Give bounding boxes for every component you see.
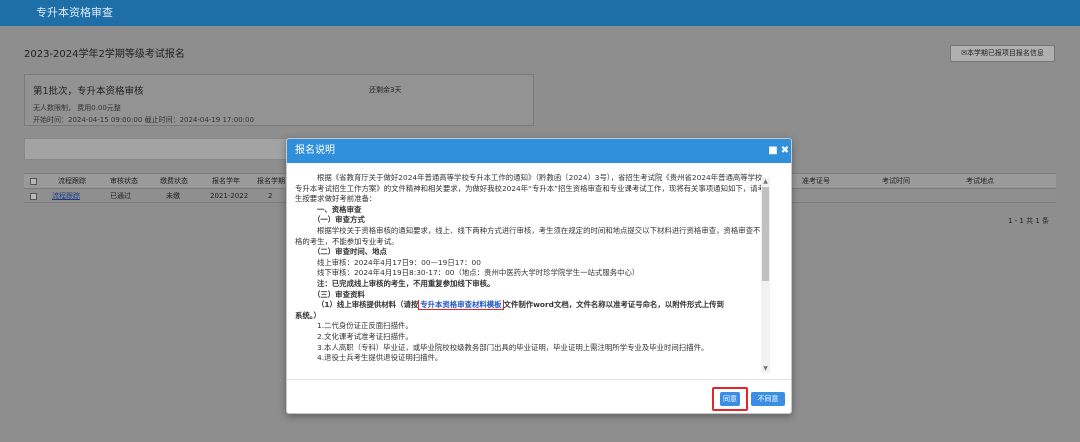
col-term: 报名学期 xyxy=(257,177,285,185)
materials-prefix: （1）线上审核提供材料（请按 xyxy=(317,300,419,310)
dialog-title: 报名说明 xyxy=(295,145,335,156)
col-exam-time: 考试时间 xyxy=(882,177,910,185)
pay-status: 未缴 xyxy=(166,192,180,200)
col-audit: 审核状态 xyxy=(110,177,138,185)
reg-year: 2021-2022 xyxy=(210,192,249,200)
material-item-4: 4.退役士兵考生提供退役证明扫描件。 xyxy=(317,353,443,363)
subsection-time-place: （二）审查时间、地点 xyxy=(313,247,387,257)
template-link[interactable]: 专升本资格审查材料模板 xyxy=(418,300,504,311)
audit-status: 已通过 xyxy=(110,192,131,200)
disagree-button[interactable]: 不同意 xyxy=(751,392,785,406)
select-all-checkbox[interactable] xyxy=(30,178,37,185)
page-title: 2023-2024学年2学期等级考试报名 xyxy=(24,49,185,60)
pager-info: 1 - 1 共 1 条 xyxy=(1008,217,1050,225)
material-item-2: 2.文化课考试准考证扫描件。 xyxy=(317,331,413,341)
col-exam-place: 考试地点 xyxy=(966,177,994,185)
track-link[interactable]: 流程跟踪 xyxy=(52,189,80,203)
online-review-time: 线上审核：2024年4月17日9：00—19日17：00 xyxy=(317,257,481,267)
subsection-materials: （三）审查资料 xyxy=(313,289,365,299)
batch-panel: 第1批次，专升本资格审核 还剩余3天 无人数限制， 费用0.00元整 开始时间：… xyxy=(24,74,534,126)
maximize-icon[interactable]: ■ xyxy=(767,139,779,163)
batch-time-info: 开始时间：2024-04-15 09:00:00 截止时间：2024-04-19… xyxy=(33,116,254,124)
dialog-content: 根据《省教育厅关于做好2024年普通高等学校专升本工作的通知》（黔教函〔2024… xyxy=(295,173,769,371)
batch-title: 第1批次，专升本资格审核 xyxy=(33,86,144,97)
close-icon[interactable]: ✖ xyxy=(779,139,791,163)
materials-line-cont: 系统。） xyxy=(295,310,321,320)
dialog-header: 报名说明 ■ ✖ xyxy=(287,139,791,163)
col-track: 流程跟踪 xyxy=(58,177,86,185)
section-qualification: 一、资格审查 xyxy=(317,204,362,214)
dialog-footer: 同意 不同意 xyxy=(287,379,791,413)
review-note: 注：已完成线上审核的考生，不用重复参加线下审核。 xyxy=(317,278,495,288)
scroll-thumb[interactable] xyxy=(762,187,769,281)
col-year: 报名学年 xyxy=(212,177,240,185)
col-ticket: 准考证号 xyxy=(802,177,830,185)
app-title: 专升本资格审查 xyxy=(36,6,113,19)
material-item-3: 3.本人高职（专科）毕业证，或毕业院校校级教务部门出具的毕业证明，毕业证明上需注… xyxy=(317,342,709,352)
row-checkbox[interactable] xyxy=(30,193,37,200)
intro-paragraph: 根据《省教育厅关于做好2024年普通高等学校专升本工作的通知》（黔教函〔2024… xyxy=(295,173,765,204)
materials-suffix: 文件制作word文档，文件名称以准考证号命名，以附件形式上传到 xyxy=(503,300,724,310)
scroll-up-icon[interactable]: ▲ xyxy=(761,177,770,186)
subsection-method: （一）审查方式 xyxy=(313,215,365,225)
dialog-scrollbar[interactable]: ▲ ▼ xyxy=(761,177,770,373)
registered-info-button[interactable]: ✉本学期已报项目报名信息 xyxy=(950,45,1055,62)
registered-info-label: 本学期已报项目报名信息 xyxy=(966,49,1044,57)
offline-review-time: 线下审核：2024年4月19日8:30-17：00（地点：贵州中医药大学时珍学院… xyxy=(317,268,640,278)
method-paragraph: 根据学校关于资格审核的通知要求，线上、线下两种方式进行审核，考生须在规定的时间和… xyxy=(295,225,768,246)
scroll-down-icon[interactable]: ▼ xyxy=(761,364,770,373)
materials-line: （1）线上审核提供材料（请按 专升本资格审查材料模板 文件制作word文档，文件名称… xyxy=(295,300,769,311)
app-topbar: 专升本资格审查 xyxy=(0,0,1080,26)
batch-remaining: 还剩余3天 xyxy=(369,86,402,94)
registration-notice-dialog: 报名说明 ■ ✖ 根据《省教育厅关于做好2024年普通高等学校专升本工作的通知》… xyxy=(286,138,792,414)
material-item-1: 1.二代身份证正反面扫描件。 xyxy=(317,321,413,331)
col-pay: 缴费状态 xyxy=(160,177,188,185)
reg-term: 2 xyxy=(268,192,273,200)
batch-fee-info: 无人数限制， 费用0.00元整 xyxy=(33,104,121,112)
agree-button[interactable]: 同意 xyxy=(720,392,740,406)
agree-highlight: 同意 xyxy=(712,387,748,411)
